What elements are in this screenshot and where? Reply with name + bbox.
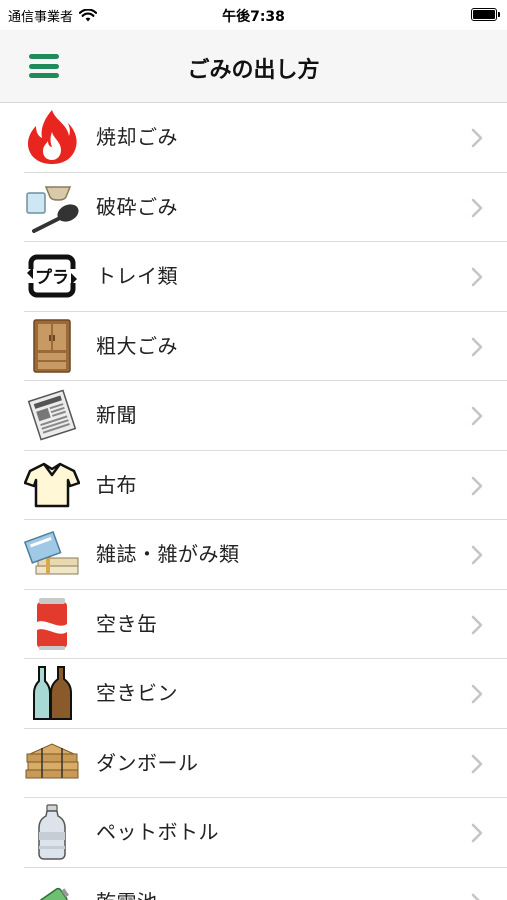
list-item-trays[interactable]: プラ トレイ類 bbox=[0, 242, 507, 312]
list-item-label: ダンボール bbox=[96, 750, 199, 775]
list-item-label: トレイ類 bbox=[96, 264, 178, 288]
chevron-right-icon bbox=[471, 198, 483, 217]
fire-icon bbox=[24, 109, 80, 165]
magazines-icon bbox=[24, 526, 80, 582]
chevron-right-icon bbox=[471, 337, 483, 356]
chevron-right-icon bbox=[471, 684, 483, 704]
chevron-right-icon bbox=[471, 754, 483, 773]
navigation-bar: ごみの出し方 bbox=[0, 30, 507, 103]
bottles-icon bbox=[24, 665, 80, 721]
list-item-old-cloth[interactable]: 古布 bbox=[0, 451, 507, 521]
battery-icon bbox=[24, 874, 80, 900]
status-time: 午後7:38 bbox=[222, 9, 285, 25]
chevron-right-icon bbox=[471, 823, 483, 843]
chevron-right-icon bbox=[471, 476, 483, 495]
list-item-label: ペットボトル bbox=[96, 820, 219, 844]
list-item-label: 空き缶 bbox=[96, 611, 158, 636]
list-item-burnable[interactable]: 焼却ごみ bbox=[0, 103, 507, 173]
pet-bottle-icon bbox=[24, 804, 80, 860]
list-item-label: 焼却ごみ bbox=[96, 125, 178, 149]
newspaper-icon bbox=[24, 387, 80, 443]
broken-dishes-icon bbox=[24, 179, 80, 235]
can-icon bbox=[24, 596, 80, 652]
status-bar: 通信事業者 午後7:38 bbox=[0, 0, 507, 30]
list-item-label: 古布 bbox=[96, 472, 137, 497]
chevron-right-icon bbox=[471, 406, 483, 426]
list-item-cardboard[interactable]: ダンボール bbox=[0, 729, 507, 799]
list-item-label: 新聞 bbox=[96, 403, 137, 427]
svg-text:プラ: プラ bbox=[35, 267, 69, 288]
cardboard-icon bbox=[24, 735, 80, 791]
list-item-pet-bottles[interactable]: ペットボトル bbox=[0, 798, 507, 868]
page-title: ごみの出し方 bbox=[187, 58, 320, 83]
list-item-crushable[interactable]: 破砕ごみ bbox=[0, 173, 507, 243]
garbage-category-list: 焼却ごみ 破砕ごみ プラ トレイ類 粗大ごみ 新聞 古布 雑誌・雑がみ類 空き缶… bbox=[0, 103, 507, 900]
list-item-oversized[interactable]: 粗大ごみ bbox=[0, 312, 507, 382]
list-item-label: 雑誌・雑がみ類 bbox=[96, 542, 240, 566]
chevron-right-icon bbox=[471, 267, 483, 287]
chevron-right-icon bbox=[471, 128, 483, 148]
chevron-right-icon bbox=[471, 615, 483, 634]
shirt-icon bbox=[24, 457, 80, 513]
chevron-right-icon bbox=[471, 893, 481, 900]
cabinet-icon bbox=[24, 318, 80, 374]
list-item-label: 破砕ごみ bbox=[96, 194, 178, 219]
list-item-label: 乾電池 bbox=[96, 868, 158, 900]
list-item-label: 粗大ごみ bbox=[96, 333, 178, 358]
list-item-empty-bottles[interactable]: 空きビン bbox=[0, 659, 507, 729]
list-item-magazines[interactable]: 雑誌・雑がみ類 bbox=[0, 520, 507, 590]
list-item-dry-batteries[interactable]: 乾電池 bbox=[0, 868, 507, 900]
list-item-newspaper[interactable]: 新聞 bbox=[0, 381, 507, 451]
chevron-right-icon bbox=[471, 545, 483, 565]
list-item-label: 空きビン bbox=[96, 681, 178, 705]
plastic-recycle-icon: プラ bbox=[24, 248, 80, 304]
battery-icon bbox=[471, 8, 500, 21]
list-item-empty-cans[interactable]: 空き缶 bbox=[0, 590, 507, 660]
